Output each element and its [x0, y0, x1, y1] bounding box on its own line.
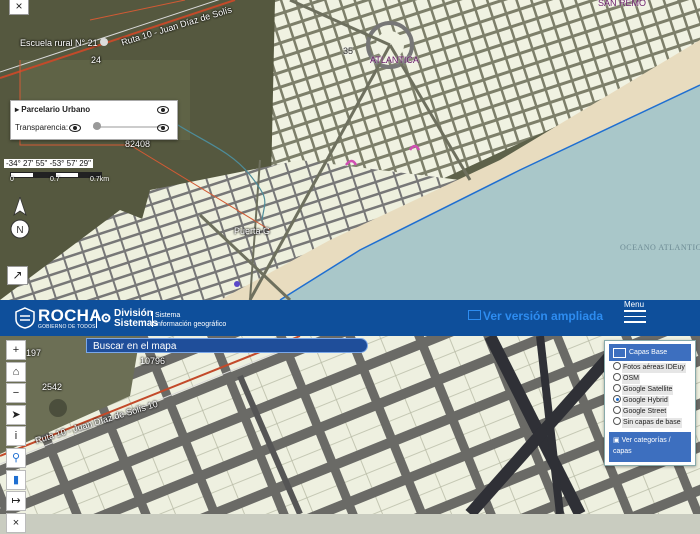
- expand-arrow-button[interactable]: ↗: [7, 266, 28, 285]
- base-option-google-satellite[interactable]: Google Satellite: [613, 384, 674, 395]
- transparency-label: Transparencia:: [15, 123, 69, 132]
- categorias-text: Ver categorías / capas: [613, 437, 671, 455]
- brand-subtitle: GOBIERNO DE TODOS: [38, 324, 96, 330]
- svg-text:N: N: [16, 225, 23, 236]
- hamburger-menu-icon[interactable]: [624, 310, 646, 327]
- top-map-canvas[interactable]: [0, 0, 700, 300]
- base-option-none[interactable]: Sin capas de base: [613, 417, 682, 428]
- divider: [152, 311, 153, 327]
- layers-icon[interactable]: ▮: [6, 469, 26, 490]
- folder-icon: [613, 348, 626, 358]
- caret-right-icon[interactable]: ▸: [15, 105, 19, 114]
- eye-icon[interactable]: [157, 106, 169, 114]
- measure-icon[interactable]: ↦: [6, 491, 26, 512]
- scale-end: 0.7km: [90, 176, 110, 183]
- map-label-oceano: OCEANO ATLANTICO: [620, 243, 700, 252]
- base-layers-header: Capas Base: [609, 344, 691, 361]
- map-pin-icon[interactable]: ⚲: [6, 447, 26, 468]
- base-option-ideuy[interactable]: Fotos aéreas IDEuy: [613, 362, 686, 373]
- map-label-puerta: Puerta G: [234, 226, 271, 236]
- map-label-lot-35: 35: [343, 46, 354, 56]
- layer-panel-parcelario: ▸ Parcelario Urbano Transparencia:: [10, 100, 178, 140]
- rocha-logo-icon: [15, 307, 35, 329]
- eye-visible-icon[interactable]: [157, 124, 169, 132]
- menu-label[interactable]: Menu: [624, 300, 644, 309]
- home-icon[interactable]: ⌂: [6, 361, 26, 382]
- brand-name: ROCHA: [38, 306, 102, 325]
- layers-icon: ▣: [613, 437, 620, 444]
- sistema-line1: Sistema: [155, 312, 181, 319]
- info-icon[interactable]: i: [6, 426, 26, 447]
- locate-arrow-icon[interactable]: ➤: [6, 404, 26, 425]
- base-layers-panel: Capas Base Fotos aéreas IDEuy OSM Google…: [604, 340, 696, 466]
- bottom-map-panel[interactable]: 197 2542 10796 Ruta 10 - Juan Díaz de So…: [0, 336, 700, 514]
- close-icon[interactable]: ×: [6, 512, 26, 533]
- slider-knob[interactable]: [93, 122, 101, 130]
- ampliada-text: Ver versión ampliada: [483, 309, 604, 323]
- zoom-out-button[interactable]: −: [6, 383, 26, 404]
- close-top-map-button[interactable]: ×: [9, 0, 29, 15]
- divider: [96, 310, 97, 328]
- search-input[interactable]: Buscar en el mapa: [86, 338, 368, 353]
- layer-title: ▸ Parcelario Urbano: [15, 105, 90, 114]
- base-option-google-hybrid[interactable]: Google Hybrid: [613, 395, 669, 406]
- scale-start: 0: [10, 176, 14, 183]
- base-option-google-street[interactable]: Google Street: [613, 406, 668, 417]
- north-arrow-icon: N: [10, 197, 30, 239]
- map-label-lot-82: 82408: [125, 139, 151, 149]
- map-label-san-remo: SAN REMO: [598, 0, 647, 8]
- base-layers-title: Capas Base: [629, 349, 668, 356]
- bottom-map-canvas[interactable]: [0, 336, 700, 514]
- top-map-panel[interactable]: Escuela rural N° 21 Ruta 10 - Juan Díaz …: [0, 0, 700, 300]
- transparency-slider[interactable]: [83, 122, 167, 130]
- scale-bar: 0 0.7 0.7km: [10, 170, 109, 183]
- header-bar: ROCHA GOBIERNO DE TODOS División Sistema…: [0, 300, 700, 336]
- ver-categorias-button[interactable]: ▣ Ver categorías / capas: [609, 432, 691, 462]
- layer-title-text: Parcelario Urbano: [21, 105, 91, 114]
- scale-mid: 0.7: [50, 176, 60, 183]
- eye-hidden-icon[interactable]: [69, 124, 81, 132]
- sistema-line2: Información geográfico: [155, 321, 227, 328]
- map-label-197: 197: [26, 348, 42, 358]
- map-label-2542: 2542: [42, 382, 63, 392]
- ver-version-ampliada-link[interactable]: Ver versión ampliada: [468, 309, 603, 323]
- map-label-10796: 10796: [140, 356, 166, 366]
- base-option-osm[interactable]: OSM: [613, 373, 640, 384]
- map-label-atlantida: ATLANTICA: [370, 55, 419, 65]
- gear-icon: [101, 313, 111, 323]
- coordinates-readout: -34° 27' 55" -53° 57' 29": [4, 159, 93, 168]
- monitor-icon: [468, 310, 481, 320]
- map-toolbar: + ⌂ − ➤ i ⚲ ▮ ↦ ×: [6, 340, 26, 534]
- map-label-lot-24: 24: [91, 55, 102, 65]
- map-label-escuela: Escuela rural N° 21: [20, 38, 98, 48]
- zoom-in-button[interactable]: +: [6, 340, 26, 360]
